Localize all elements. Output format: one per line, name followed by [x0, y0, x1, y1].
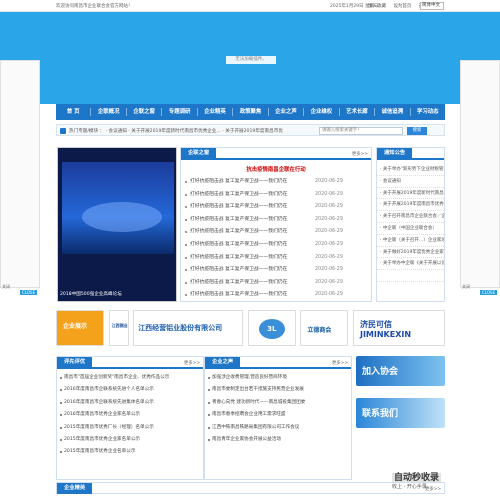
- logo-jiangxi-copper[interactable]: 江西铜业: [108, 310, 129, 346]
- nav-learning[interactable]: 学习动态: [411, 104, 445, 120]
- join-banner[interactable]: 加入协会: [356, 356, 445, 386]
- nav-rights[interactable]: 企业维权: [304, 104, 338, 120]
- search-button[interactable]: 搜索: [407, 127, 427, 135]
- top-bar: 欢迎访问南昌市企业联合会官方网站！ 2025年1月29日 星期三 加入收藏 设为…: [0, 0, 500, 12]
- megaphone-icon: [60, 128, 66, 134]
- notice-title: 通知公告: [377, 148, 413, 159]
- news-headline[interactable]: 抗击疫情南昌企联在行动: [181, 165, 371, 173]
- list-item[interactable]: · 中企联（中国企业联合会）: [377, 223, 444, 235]
- search-input[interactable]: 请输入搜索关键字！: [319, 127, 403, 135]
- plugin-placeholder: 无法加载插件。: [226, 56, 276, 64]
- main-nav: 首 页 企联概况 企联之窗 专题调研 企业精英 政策聚焦 企业之声 企业维权 艺…: [56, 104, 445, 120]
- set-homepage-link[interactable]: 设为首页: [393, 4, 411, 9]
- left-side-ad[interactable]: 关闭CLOSE: [0, 60, 40, 295]
- nav-policy[interactable]: 政策聚焦: [233, 104, 267, 120]
- list-item[interactable]: 2016年度南昌市企联系统先进个人名单公示: [57, 384, 203, 396]
- list-item[interactable]: 打好抗疫阻击战 复工复产保卫战——我们仍在 2020-06-29: [181, 201, 371, 214]
- list-item[interactable]: · 关于举办中企联《关于开展以创新','· 中企联（关于开展2019年度企业: [377, 258, 444, 271]
- nav-art[interactable]: 艺术长廊: [340, 104, 374, 120]
- banner: 无法加载插件。: [0, 12, 500, 104]
- list-item[interactable]: 2015年度南昌市优秀厂长（经理）名单公示: [57, 422, 203, 434]
- partner-logos: 企业展示 江西铜业 江西经营铝业股份有限公司 3L 立德商会 济民可信 JIMI…: [56, 310, 445, 350]
- list-item[interactable]: 打好抗疫阻击战 复工复产保卫战——我们仍在 2020-06-29: [181, 252, 371, 265]
- logo-showcase[interactable]: 企业展示: [56, 310, 104, 346]
- nav-credit[interactable]: 诚信追溯: [375, 104, 409, 120]
- notice-list: · 关于举办"新形势下企业财税管理" · 会议通知 · 关于开展2019年度新时…: [377, 164, 444, 282]
- logo-3l[interactable]: 3L: [247, 310, 296, 346]
- voice-title: 企业之声: [205, 357, 241, 368]
- voice-more-link[interactable]: 更多>>: [332, 360, 348, 366]
- list-item[interactable]: 打好抗疫阻击战 复工复产保卫战——我们仍在 2020-06-29: [181, 214, 371, 227]
- list-item[interactable]: 打好抗疫阻击战 复工复产保卫战——我们仍在 2020-06-29: [181, 176, 371, 189]
- list-item[interactable]: · 关于开展2019年度南昌市优秀企业: [377, 199, 444, 212]
- logo-aluminum[interactable]: 江西经营铝业股份有限公司: [133, 310, 244, 346]
- list-item[interactable]: [377, 270, 444, 282]
- list-item[interactable]: · 关于召开南昌市企业联合会／企业家: [377, 211, 444, 223]
- voice-panel: 企业之声 更多>> 加强涉企收费管理,营造良好营商环境 南昌市委制定出台若干措施支…: [204, 356, 352, 480]
- featured-photo[interactable]: 2018中国500强企业高峰论坛: [57, 147, 177, 302]
- list-item[interactable]: 打好抗疫阻击战 复工复产保卫战——我们仍在 2020-06-29: [181, 264, 371, 277]
- list-item[interactable]: 2015年度南昌市优秀企业名单公示: [57, 446, 203, 458]
- list-item[interactable]: 2016年度南昌市优秀企业家名单公示: [57, 409, 203, 421]
- elite-more-link[interactable]: 更多>>: [425, 486, 441, 492]
- list-item[interactable]: 加强涉企收费管理,营造良好营商环境: [205, 372, 351, 384]
- right-ad-close[interactable]: 关闭CLOSE: [462, 284, 499, 295]
- right-side-ad[interactable]: 关闭CLOSE: [460, 60, 500, 295]
- nav-overview[interactable]: 企联概况: [91, 104, 125, 120]
- bottom-section: 企业精英 更多>>: [56, 482, 445, 494]
- photo-caption[interactable]: 2018中国500强企业高峰论坛: [60, 291, 122, 297]
- nav-window[interactable]: 企联之窗: [127, 104, 161, 120]
- list-item[interactable]: · 会议通知: [377, 176, 444, 188]
- list-item[interactable]: 2015年度南昌市优秀企业家名单公示: [57, 434, 203, 446]
- list-item[interactable]: · 关于开展2019年度新时代南昌市: [377, 188, 444, 200]
- logo-jiminkexin[interactable]: 济民可信 JIMINKEXIN: [352, 310, 445, 346]
- list-item[interactable]: · 中企联（关于召开…）企业家培训: [377, 235, 444, 247]
- list-item[interactable]: 打好抗疫阻击战 复工复产保卫战——我们仍在 2020-06-29: [181, 226, 371, 239]
- notice-panel: 通知公告 · 关于举办"新形势下企业财税管理" · 会议通知 · 关于开展201…: [376, 147, 445, 302]
- news-more-link[interactable]: 更多>>: [352, 151, 368, 157]
- nav-home[interactable]: 首 页: [56, 104, 90, 120]
- ticker-text[interactable]: 热门专题/模块 ： · 会议通知 · 关于开展2019年度新时代南昌市优秀企业.…: [69, 128, 283, 134]
- list-item[interactable]: 青春心向党 建功新时代——南昌城投集团团委: [205, 397, 351, 409]
- list-item[interactable]: 南昌市春季招聘会企业用工需求旺盛: [205, 409, 351, 421]
- elite-title: 企业精英: [57, 483, 93, 494]
- nav-elite[interactable]: 企业精英: [198, 104, 232, 120]
- logo-lide[interactable]: 立德商会: [300, 310, 349, 346]
- add-favorite-link[interactable]: 加入收藏: [368, 4, 386, 9]
- list-item[interactable]: 南昌青年企业家协会开展公益活动: [205, 434, 351, 446]
- sub-bar: 热门专题/模块 ： · 会议通知 · 关于开展2019年度新时代南昌市优秀企业.…: [56, 124, 445, 136]
- nav-research[interactable]: 专题调研: [162, 104, 196, 120]
- news-list: 打好抗疫阻击战 复工复产保卫战——我们仍在 2020-06-29 打好抗疫阻击战 …: [181, 176, 371, 302]
- list-item[interactable]: · 关于举办"新形势下企业财税管理": [377, 164, 444, 176]
- awards-more-link[interactable]: 更多>>: [184, 360, 200, 366]
- list-item[interactable]: 打好抗疫阻击战 复工复产保卫战——我们仍在 2020-06-29: [181, 277, 371, 290]
- welcome-text: 欢迎访问南昌市企业联合会官方网站！: [56, 4, 133, 9]
- news-title: 企联之窗: [181, 148, 217, 159]
- list-item[interactable]: 南昌市"首届企业创新奖"南昌市企业、优秀作品公示: [57, 372, 203, 384]
- language-select[interactable]: 简体中文: [420, 2, 444, 10]
- side-promos: 加入协会 联系我们: [356, 356, 445, 480]
- awards-panel: 评先评优 更多>> 南昌市"首届企业创新奖"南昌市企业、优秀作品公示 2016年度…: [56, 356, 204, 480]
- awards-title: 评先评优: [57, 357, 93, 368]
- list-item[interactable]: 打好抗疫阻击战 复工复产保卫战——我们仍在 2020-06-29: [181, 289, 371, 302]
- list-item[interactable]: 南昌市委制定出台若干措施支持民营企业发展: [205, 384, 351, 396]
- nav-voice[interactable]: 企业之声: [269, 104, 303, 120]
- list-item[interactable]: 江西中铁南昌铁路局集团有限公司工作会议: [205, 422, 351, 434]
- list-item[interactable]: · 关于做好2019年度优秀企业家推: [377, 247, 444, 259]
- list-item[interactable]: 2016年度南昌市企联系统先进集体名单公示: [57, 397, 203, 409]
- contact-banner[interactable]: 联系我们: [356, 398, 445, 428]
- stage-image: [62, 162, 174, 254]
- left-ad-close[interactable]: 关闭CLOSE: [2, 284, 39, 295]
- list-item[interactable]: 打好抗疫阻击战 复工复产保卫战——我们仍在 2020-06-29: [181, 189, 371, 202]
- list-item[interactable]: 打好抗疫阻击战 复工复产保卫战——我们仍在 2020-06-29: [181, 239, 371, 252]
- news-panel: 企联之窗 更多>> 抗击疫情南昌企联在行动 打好抗疫阻击战 复工复产保卫战——我们…: [180, 147, 372, 302]
